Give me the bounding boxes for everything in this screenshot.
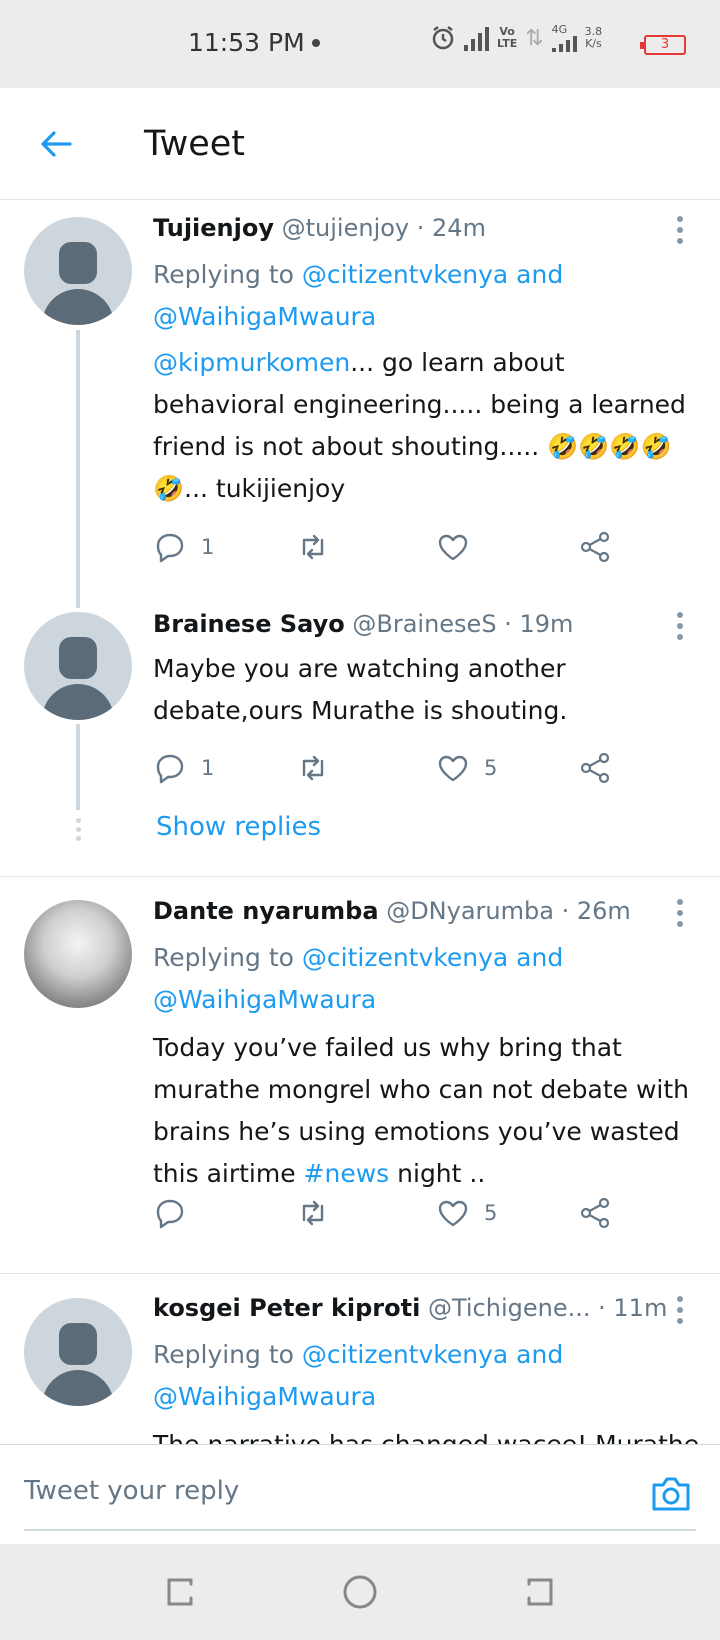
tweet-time: · 11m xyxy=(598,1294,668,1322)
status-bar: 11:53 PM Vo LTE ⇅ 4G 3.8 K/s 3 xyxy=(0,0,720,88)
share-icon xyxy=(580,531,610,563)
reply-button[interactable]: 1 xyxy=(153,527,214,567)
net-speed: 3.8 K/s xyxy=(584,25,603,50)
notification-dot xyxy=(312,39,320,47)
retweet-button[interactable] xyxy=(296,748,330,788)
avatar[interactable] xyxy=(24,1298,132,1406)
author-name[interactable]: Dante nyarumba xyxy=(153,897,379,925)
retweet-button[interactable] xyxy=(296,527,330,567)
like-button[interactable] xyxy=(436,527,470,567)
tweet-item[interactable]: kosgei Peter kiproti @Tichigene... · 11m… xyxy=(0,1274,720,1444)
avatar[interactable] xyxy=(24,612,132,720)
avatar[interactable] xyxy=(24,900,132,1008)
reply-bubble-icon xyxy=(156,754,184,784)
share-button[interactable] xyxy=(578,527,612,567)
volte-label: Vo LTE xyxy=(497,25,518,50)
tweet-time: · 24m xyxy=(416,214,486,242)
retweet-icon xyxy=(302,534,324,560)
author-name[interactable]: Tujienjoy xyxy=(153,214,274,242)
data-arrows-icon: ⇅ xyxy=(525,25,544,51)
back-arrow-icon[interactable] xyxy=(38,126,74,162)
tweet-text: @kipmurkomen... go learn about behaviora… xyxy=(153,342,703,510)
reply-button[interactable] xyxy=(153,1193,187,1233)
tweet-item[interactable]: Brainese Sayo @BraineseS · 19m Maybe you… xyxy=(0,600,720,876)
page-title: Tweet xyxy=(144,124,246,164)
tweet-author-line: Tujienjoy @tujienjoy · 24m xyxy=(153,214,486,242)
reply-input[interactable] xyxy=(24,1453,696,1531)
retweet-icon xyxy=(302,1200,324,1226)
reply-bar xyxy=(0,1444,720,1544)
tweet-actions: 1 xyxy=(0,527,720,567)
tweet-text: The narrative has changed wacee! Murathe xyxy=(153,1424,703,1444)
tweet-time: · 26m xyxy=(561,897,631,925)
network-indicator: 4G xyxy=(551,23,577,52)
tweet-text: Maybe you are watching another debate,ou… xyxy=(153,654,568,725)
like-button[interactable]: 5 xyxy=(436,1193,497,1233)
camera-icon[interactable] xyxy=(650,1475,692,1513)
author-name[interactable]: Brainese Sayo xyxy=(153,610,345,638)
tweet-item[interactable]: Dante nyarumba @DNyarumba · 26m Replying… xyxy=(0,877,720,1273)
replying-prefix: Replying to xyxy=(153,260,302,289)
thread-dots xyxy=(74,818,82,841)
replying-to: Replying to @citizentvkenya and @Waihiga… xyxy=(153,1334,673,1418)
tweet-actions: 1 5 xyxy=(0,748,720,788)
replying-prefix: Replying to xyxy=(153,1340,302,1369)
tweet-actions: 5 xyxy=(0,1193,720,1233)
retweet-icon xyxy=(302,755,324,781)
replying-to: Replying to @citizentvkenya and @Waihiga… xyxy=(153,937,673,1021)
more-vertical-icon[interactable] xyxy=(676,612,684,640)
more-vertical-icon[interactable] xyxy=(676,1296,684,1324)
author-handle: @DNyarumba xyxy=(386,897,554,925)
retweet-button[interactable] xyxy=(296,1193,330,1233)
replying-prefix: Replying to xyxy=(153,943,302,972)
tweet-item[interactable]: Tujienjoy @tujienjoy · 24m Replying to @… xyxy=(0,200,720,608)
reply-count: 1 xyxy=(201,535,215,559)
app-header: Tweet xyxy=(0,88,720,200)
like-count: 5 xyxy=(484,756,498,780)
recent-apps-icon[interactable] xyxy=(160,1572,200,1612)
status-time: 11:53 PM xyxy=(188,28,305,57)
hashtag-link[interactable]: #news xyxy=(304,1159,390,1188)
author-handle: @BraineseS xyxy=(352,610,497,638)
more-vertical-icon[interactable] xyxy=(676,216,684,244)
mention-link[interactable]: @kipmurkomen xyxy=(153,348,350,377)
share-button[interactable] xyxy=(578,1193,612,1233)
heart-icon xyxy=(438,534,468,561)
tweet-author-line: kosgei Peter kiproti @Tichigene... · 11m xyxy=(153,1294,667,1322)
like-count: 5 xyxy=(484,1201,498,1225)
home-icon[interactable] xyxy=(340,1572,380,1612)
reply-bubble-icon xyxy=(156,1199,184,1229)
share-button[interactable] xyxy=(578,748,612,788)
tweet-author-line: Dante nyarumba @DNyarumba · 26m xyxy=(153,897,631,925)
tweet-author-line: Brainese Sayo @BraineseS · 19m xyxy=(153,610,573,638)
status-icons: Vo LTE ⇅ 4G 3.8 K/s xyxy=(430,24,602,52)
like-button[interactable]: 5 xyxy=(436,748,497,788)
tweet-body-end: night .. xyxy=(389,1159,486,1188)
tweet-time: · 19m xyxy=(504,610,574,638)
share-icon xyxy=(580,1197,610,1229)
tweet-text: Today you’ve failed us why bring that mu… xyxy=(153,1027,703,1195)
share-icon xyxy=(580,752,610,784)
author-name[interactable]: kosgei Peter kiproti xyxy=(153,1294,420,1322)
heart-icon xyxy=(438,755,468,782)
author-handle: @Tichigene... xyxy=(427,1294,591,1322)
reply-bubble-icon xyxy=(156,533,184,563)
reply-count: 1 xyxy=(201,756,215,780)
heart-icon xyxy=(438,1200,468,1227)
avatar[interactable] xyxy=(24,217,132,325)
signal-2-icon xyxy=(551,36,577,52)
system-nav-bar xyxy=(0,1544,720,1640)
signal-icon xyxy=(464,25,489,51)
alarm-icon xyxy=(432,26,454,50)
network-type: 4G xyxy=(551,23,568,36)
battery-icon: 3 xyxy=(640,35,686,55)
back-nav-icon[interactable] xyxy=(520,1572,560,1612)
replying-to: Replying to @citizentvkenya and @Waihiga… xyxy=(153,254,673,338)
more-vertical-icon[interactable] xyxy=(676,899,684,927)
reply-button[interactable]: 1 xyxy=(153,748,214,788)
show-replies-link[interactable]: Show replies xyxy=(156,812,321,842)
author-handle: @tujienjoy xyxy=(281,214,410,242)
